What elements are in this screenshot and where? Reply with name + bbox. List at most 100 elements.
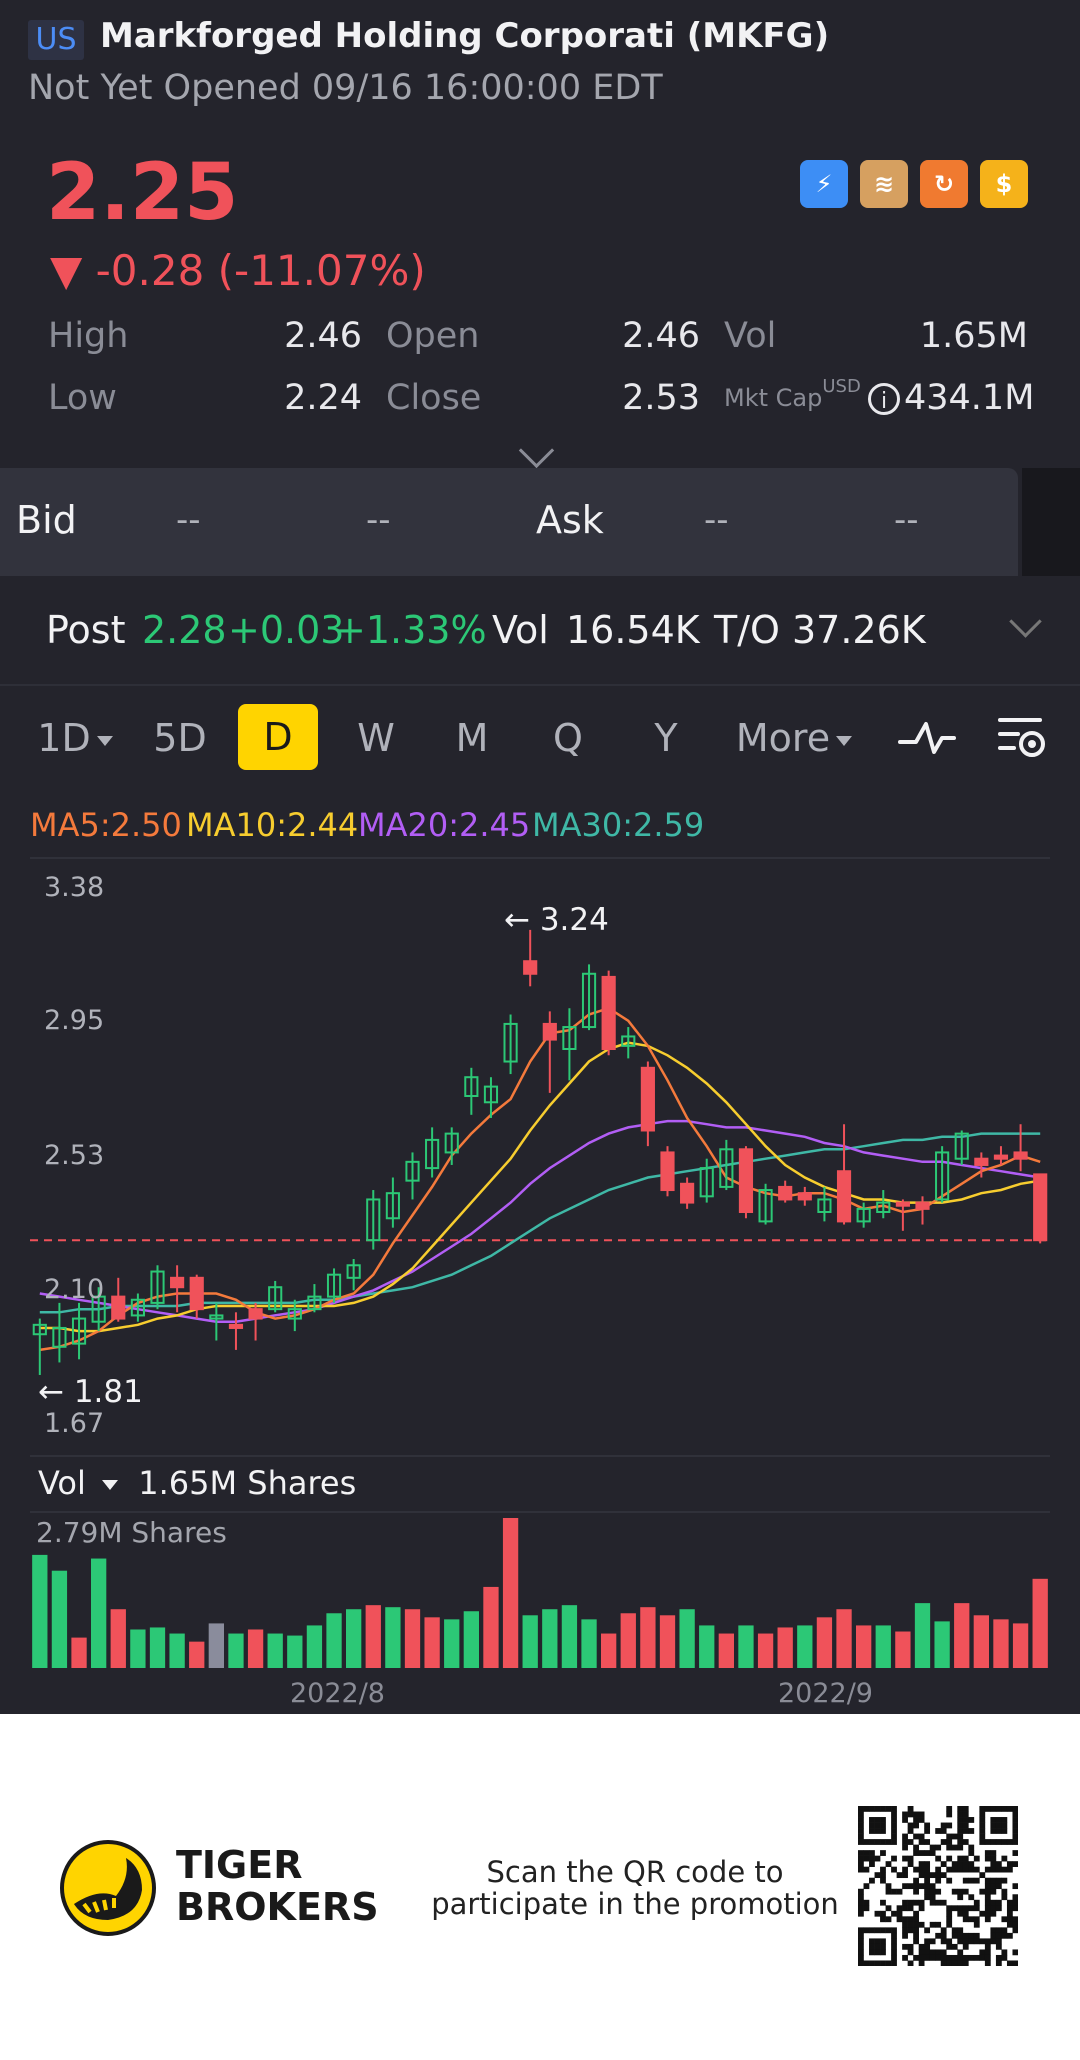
ma5-legend: MA5:2.50 <box>30 806 182 844</box>
ask-label: Ask <box>536 498 604 542</box>
tab-q[interactable]: Q <box>528 714 608 762</box>
ask-size: -- <box>894 500 919 540</box>
mktcap-value-group[interactable]: i 434.1M <box>868 378 1034 418</box>
stack-a-icon[interactable]: ≋ <box>860 160 908 208</box>
volume-bar <box>247 1629 264 1668</box>
low-value: 2.24 <box>284 378 362 418</box>
market-badge: US <box>28 20 84 60</box>
candle-body <box>189 1276 204 1311</box>
volume-bar <box>777 1627 793 1668</box>
volume-bar <box>659 1615 676 1668</box>
volume-bar <box>973 1615 989 1668</box>
high-annotation: ← 3.24 <box>504 902 609 938</box>
mktcap-value: 434.1M <box>904 378 1035 418</box>
candle-body <box>248 1308 263 1320</box>
mktcap-label-group: Mkt CapUSD <box>724 376 861 412</box>
volume-bar <box>110 1609 126 1668</box>
close-value: 2.53 <box>622 378 700 418</box>
volume-bar <box>542 1609 558 1668</box>
high-label: High <box>48 316 129 356</box>
volume-bar <box>993 1619 1009 1668</box>
candle-body <box>680 1182 695 1204</box>
volume-value: 1.65M Shares <box>138 1464 357 1502</box>
price-change: ▼ -0.28 (-11.07%) <box>50 246 426 295</box>
indicator-wave-icon[interactable] <box>898 716 956 760</box>
volume-bar <box>757 1633 774 1668</box>
candle-body <box>895 1201 910 1207</box>
volume-bar <box>463 1611 479 1668</box>
volume-bar <box>895 1631 911 1668</box>
post-vol-value: 16.54K <box>566 608 700 652</box>
dropdown-triangle-icon <box>836 735 853 746</box>
candle-body <box>993 1154 1009 1160</box>
tab-m[interactable]: M <box>432 714 512 762</box>
candle-body <box>111 1295 126 1320</box>
volume-bar <box>502 1518 519 1668</box>
candle-body <box>778 1185 793 1201</box>
expand-chevron-icon[interactable] <box>518 432 555 469</box>
candlestick-chart[interactable] <box>0 856 1080 1714</box>
volume-bar <box>287 1635 303 1668</box>
volume-bar <box>267 1633 283 1668</box>
volume-header[interactable]: Vol 1.65M Shares <box>38 1464 356 1502</box>
tab-d[interactable]: D <box>238 704 318 770</box>
orange-cycle-icon[interactable]: ↻ <box>920 160 968 208</box>
volume-bar <box>954 1603 970 1668</box>
volume-bar <box>169 1633 185 1668</box>
volume-bar <box>816 1617 833 1668</box>
volume-bar <box>424 1617 440 1668</box>
vol-label: Vol <box>724 316 777 356</box>
volume-bar <box>149 1627 166 1668</box>
post-pct: +1.33% <box>334 608 487 652</box>
bid-ask-edge <box>1022 468 1080 576</box>
candle-body <box>660 1151 675 1192</box>
promo-line2: participate in the promotion <box>431 1887 839 1921</box>
info-icon[interactable]: i <box>868 383 900 415</box>
volume-bar <box>483 1586 499 1668</box>
volume-bar <box>620 1613 636 1668</box>
volume-bar <box>561 1605 578 1668</box>
tab-1d[interactable]: 1D <box>30 714 120 778</box>
ma10-legend: MA10:2.44 <box>186 806 359 844</box>
tab-w[interactable]: W <box>336 714 416 762</box>
qr-code-icon <box>858 1806 1018 1966</box>
candle-body <box>915 1201 930 1210</box>
y-tick-label: 2.10 <box>44 1274 105 1305</box>
volume-bar <box>130 1629 146 1668</box>
volume-bar <box>679 1609 695 1668</box>
tab-more[interactable]: More <box>732 714 856 762</box>
x-tick-label: 2022/9 <box>778 1678 873 1709</box>
promo-text: Scan the QR code to participate in the p… <box>430 1856 840 1920</box>
volume-bar <box>875 1625 891 1668</box>
bid-price: -- <box>176 500 201 540</box>
volume-bar <box>934 1621 950 1668</box>
volume-bar <box>326 1613 342 1668</box>
mktcap-label: Mkt Cap <box>724 384 823 412</box>
volume-bar <box>404 1609 421 1668</box>
low-label: Low <box>48 378 117 418</box>
volume-bar <box>601 1633 617 1668</box>
high-value: 2.46 <box>284 316 362 356</box>
stock-title: Markforged Holding Corporati (MKFG) <box>100 16 830 56</box>
post-price: 2.28 <box>142 608 227 652</box>
volume-bar <box>856 1625 872 1668</box>
brand-name-line2: BROKERS <box>176 1885 379 1929</box>
volume-bar <box>189 1641 205 1668</box>
candle-body <box>640 1066 655 1132</box>
tab-y[interactable]: Y <box>626 714 706 762</box>
y-tick-label: 2.95 <box>44 1005 105 1036</box>
y-tick-label: 2.53 <box>44 1140 105 1171</box>
mktcap-currency: USD <box>822 376 861 397</box>
tab-5d[interactable]: 5D <box>140 714 220 762</box>
bid-label: Bid <box>16 498 77 542</box>
ask-price: -- <box>704 500 729 540</box>
dollar-icon[interactable]: $ <box>980 160 1028 208</box>
chart-settings-icon[interactable] <box>996 714 1048 762</box>
volume-bar <box>1032 1578 1048 1668</box>
post-label: Post <box>46 608 126 652</box>
volume-bar <box>1012 1623 1029 1668</box>
candle-body <box>836 1170 852 1223</box>
candle-body <box>228 1323 244 1329</box>
lightning-badge-icon[interactable]: ⚡ <box>800 160 848 208</box>
open-value: 2.46 <box>622 316 700 356</box>
